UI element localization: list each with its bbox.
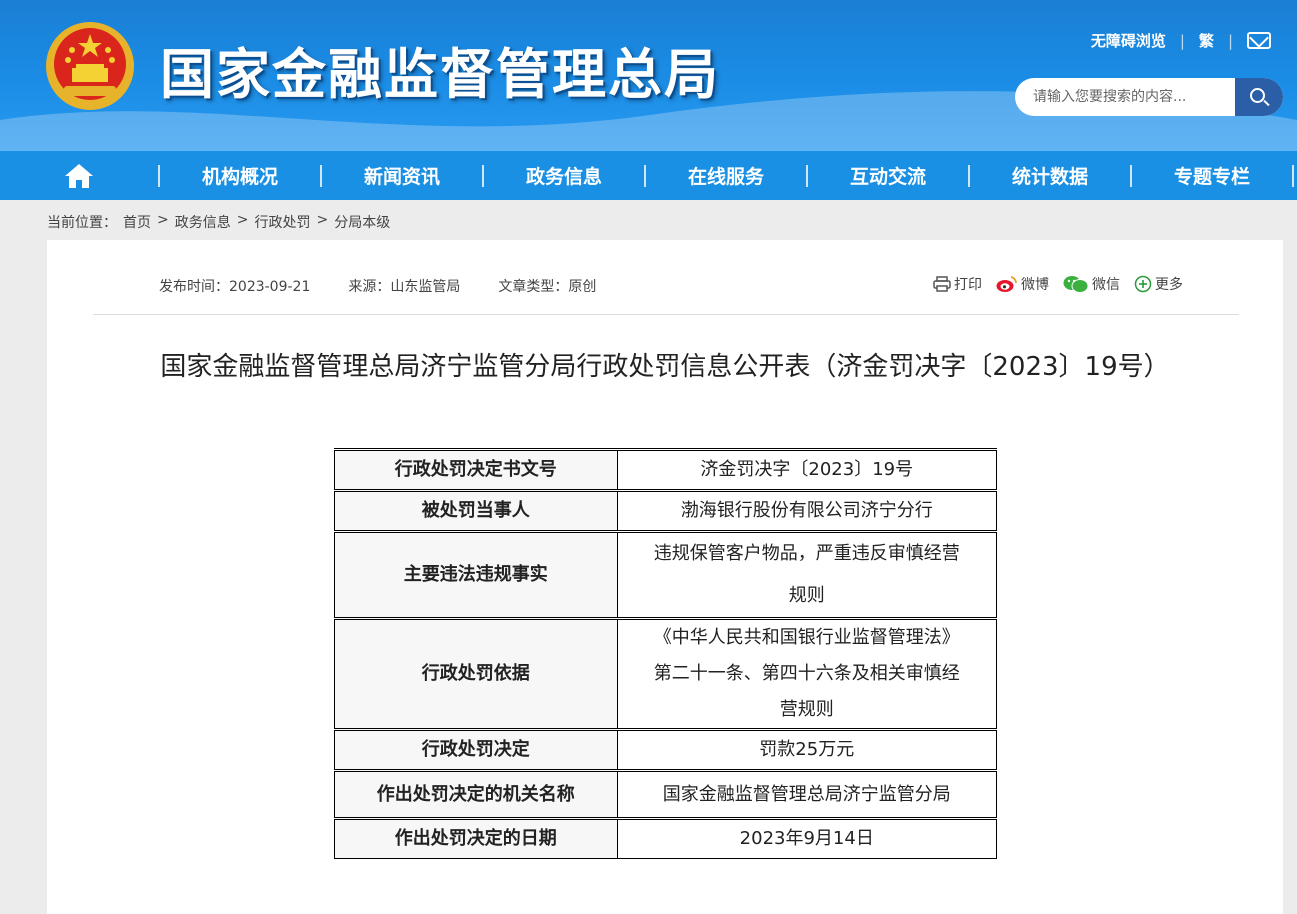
nav-item-interaction[interactable]: 互动交流 <box>808 151 968 201</box>
row-key: 被处罚当事人 <box>334 490 618 532</box>
article-source: 来源：山东监管局 <box>348 279 461 295</box>
row-value: 《中华人民共和国银行业监督管理法》 第二十一条、第四十六条及相关审慎经 营规则 <box>616 618 998 730</box>
traditional-chinese-link[interactable]: 繁 <box>1199 30 1214 51</box>
table-row: 作出处罚决定的机关名称 国家金融监督管理总局济宁监管分局 <box>334 770 998 819</box>
row-value: 国家金融监督管理总局济宁监管分局 <box>616 770 998 819</box>
publish-time: 发布时间：2023-09-21 <box>159 279 311 295</box>
weibo-share-button[interactable]: 微博 <box>996 274 1049 294</box>
nav-home[interactable] <box>0 151 158 201</box>
top-links: 无障碍浏览 | 繁 | <box>1091 30 1271 51</box>
site-header: 国家金融监督管理总局 无障碍浏览 | 繁 | <box>0 0 1297 150</box>
breadcrumb-branch[interactable]: 分局本级 <box>334 212 390 232</box>
nav-item-topics[interactable]: 专题专栏 <box>1132 151 1292 201</box>
wechat-share-button[interactable]: 微信 <box>1063 274 1120 294</box>
penalty-info-table: 行政处罚决定书文号 济金罚决字〔2023〕19号 被处罚当事人 渤海银行股份有限… <box>334 448 998 859</box>
nav-item-org[interactable]: 机构概况 <box>160 151 320 201</box>
home-icon <box>65 163 93 188</box>
breadcrumb-gov-info[interactable]: 政务信息 <box>175 212 231 232</box>
divider <box>93 314 1239 315</box>
table-row: 主要违法违规事实 违规保管客户物品，严重违反审慎经营 规则 <box>334 531 998 619</box>
article-card: 发布时间：2023-09-21 来源：山东监管局 文章类型：原创 打印 微博 微… <box>47 240 1283 914</box>
breadcrumb-label: 当前位置： <box>47 215 117 231</box>
row-key: 行政处罚决定 <box>334 729 618 771</box>
breadcrumb-home[interactable]: 首页 <box>123 212 151 232</box>
table-row: 行政处罚决定 罚款25万元 <box>334 729 998 771</box>
search-box <box>1015 78 1283 116</box>
row-value: 渤海银行股份有限公司济宁分行 <box>616 490 998 532</box>
breadcrumb-penalty[interactable]: 行政处罚 <box>254 212 310 232</box>
wechat-icon <box>1063 276 1089 293</box>
row-key: 行政处罚依据 <box>334 618 618 730</box>
row-key: 作出处罚决定的机关名称 <box>334 770 618 819</box>
row-key: 行政处罚决定书文号 <box>334 449 618 491</box>
article-title: 国家金融监督管理总局济宁监管分局行政处罚信息公开表（济金罚决字〔2023〕19号… <box>160 352 1170 382</box>
mail-icon[interactable] <box>1247 32 1271 49</box>
row-value: 罚款25万元 <box>616 729 998 771</box>
nav-item-gov-info[interactable]: 政务信息 <box>484 151 644 201</box>
weibo-icon <box>996 276 1017 292</box>
share-bar: 打印 微博 微信 更多 <box>919 274 1183 294</box>
row-value: 济金罚决字〔2023〕19号 <box>616 449 998 491</box>
nav-item-statistics[interactable]: 统计数据 <box>970 151 1130 201</box>
divider: | <box>1179 31 1185 50</box>
row-value: 2023年9月14日 <box>616 818 998 859</box>
breadcrumb: 当前位置： 首页 > 政务信息 > 行政处罚 > 分局本级 <box>47 212 391 232</box>
divider: | <box>1227 31 1233 50</box>
nav-item-news[interactable]: 新闻资讯 <box>322 151 482 201</box>
site-title[interactable]: 国家金融监督管理总局 <box>160 30 720 109</box>
main-nav: 机构概况 新闻资讯 政务信息 在线服务 互动交流 统计数据 专题专栏 <box>0 150 1297 200</box>
search-button[interactable] <box>1235 78 1283 116</box>
plus-circle-icon <box>1134 275 1152 293</box>
accessibility-link[interactable]: 无障碍浏览 <box>1091 30 1166 51</box>
row-key: 作出处罚决定的日期 <box>334 818 618 859</box>
table-row: 被处罚当事人 渤海银行股份有限公司济宁分行 <box>334 490 998 532</box>
row-value: 违规保管客户物品，严重违反审慎经营 规则 <box>616 531 998 619</box>
table-row: 行政处罚依据 《中华人民共和国银行业监督管理法》 第二十一条、第四十六条及相关审… <box>334 618 998 730</box>
table-row: 行政处罚决定书文号 济金罚决字〔2023〕19号 <box>334 449 998 491</box>
nav-item-online-service[interactable]: 在线服务 <box>646 151 806 201</box>
row-key: 主要违法违规事实 <box>334 531 618 619</box>
more-share-button[interactable]: 更多 <box>1134 274 1183 294</box>
article-type: 文章类型：原创 <box>498 279 597 295</box>
table-row: 作出处罚决定的日期 2023年9月14日 <box>334 818 998 859</box>
print-button[interactable]: 打印 <box>933 274 982 294</box>
national-emblem-icon <box>46 22 134 110</box>
printer-icon <box>933 276 951 292</box>
search-input[interactable] <box>1015 78 1235 116</box>
article-meta: 发布时间：2023-09-21 来源：山东监管局 文章类型：原创 <box>159 276 634 296</box>
